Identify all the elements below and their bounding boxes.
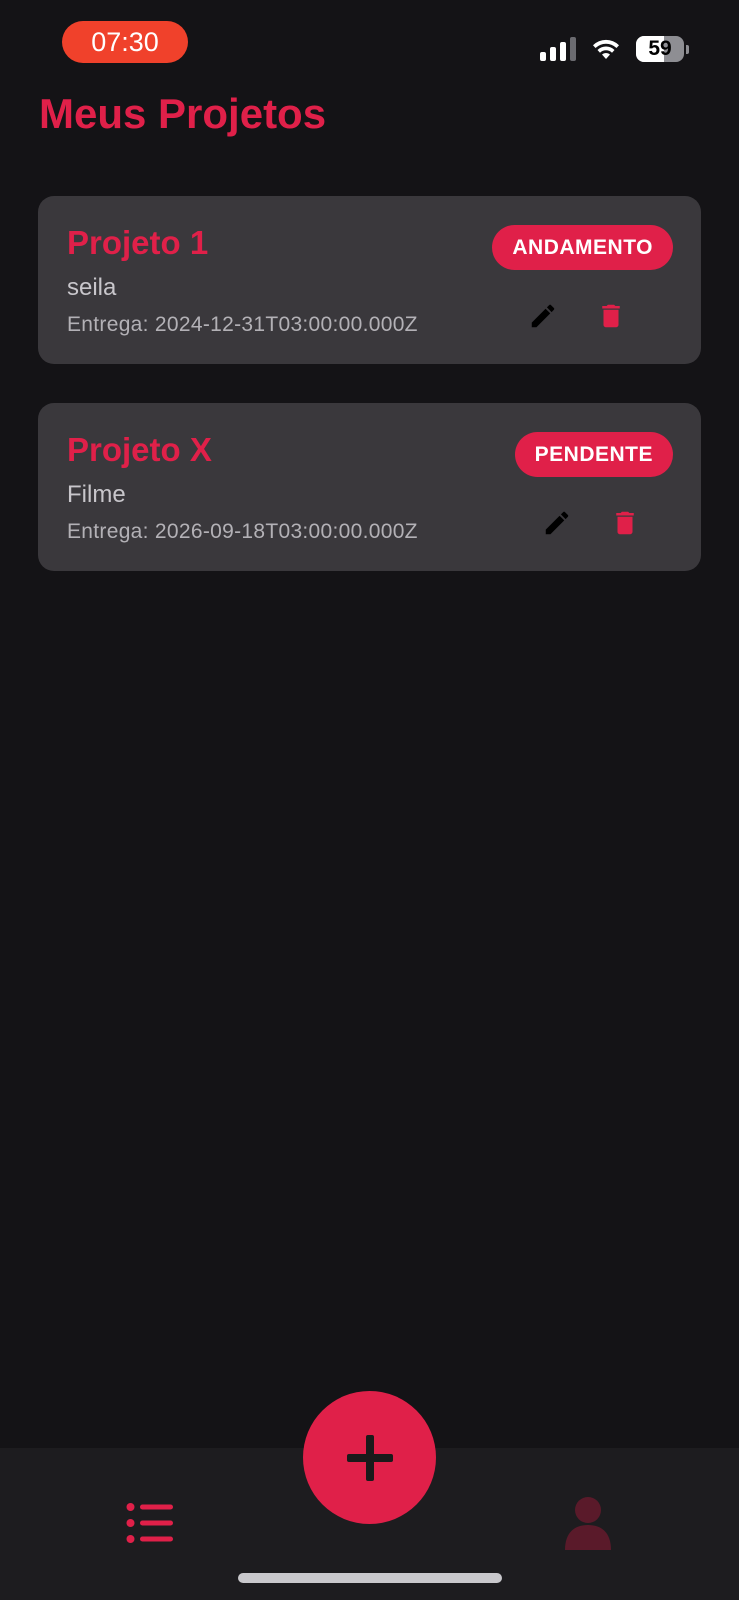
card-actions	[541, 507, 641, 539]
battery-indicator: 59	[636, 36, 689, 62]
tab-projects[interactable]	[126, 1502, 174, 1544]
edit-button[interactable]	[527, 300, 559, 332]
pencil-icon	[531, 304, 555, 328]
status-badge: ANDAMENTO	[492, 225, 673, 270]
battery-tip	[686, 44, 689, 54]
cellular-signal-icon	[540, 37, 576, 61]
status-time: 07:30	[62, 21, 188, 63]
trash-icon	[602, 304, 620, 328]
user-icon	[565, 1497, 611, 1550]
project-title: Projeto X	[67, 431, 212, 468]
status-icons: 59	[540, 33, 689, 65]
battery-icon: 59	[636, 36, 684, 62]
delete-button[interactable]	[595, 300, 627, 332]
status-badge: PENDENTE	[514, 432, 673, 477]
wifi-icon	[593, 39, 619, 59]
home-indicator	[238, 1573, 502, 1583]
add-project-button[interactable]	[303, 1391, 436, 1524]
project-description: seila	[67, 274, 117, 301]
tab-profile[interactable]	[563, 1496, 613, 1550]
list-icon	[126, 1503, 173, 1543]
page-title: Meus Projetos	[39, 90, 327, 137]
edit-button[interactable]	[541, 507, 573, 539]
card-actions	[527, 300, 627, 332]
trash-icon	[616, 511, 634, 535]
project-title: Projeto 1	[67, 224, 209, 261]
project-due-date: Entrega: 2024-12-31T03:00:00.000Z	[67, 313, 418, 336]
plus-icon	[346, 1434, 393, 1481]
project-list: Projeto 1 seila Entrega: 2024-12-31T03:0…	[38, 196, 701, 610]
delete-button[interactable]	[609, 507, 641, 539]
screen: 07:30 59 Meus Projetos Projeto 1 seila E	[0, 0, 739, 1600]
project-description: Filme	[67, 481, 126, 508]
project-card[interactable]: Projeto X Filme Entrega: 2026-09-18T03:0…	[38, 403, 701, 571]
pencil-icon	[545, 511, 569, 535]
battery-level: 59	[648, 37, 672, 60]
project-card[interactable]: Projeto 1 seila Entrega: 2024-12-31T03:0…	[38, 196, 701, 364]
project-due-date: Entrega: 2026-09-18T03:00:00.000Z	[67, 520, 418, 543]
